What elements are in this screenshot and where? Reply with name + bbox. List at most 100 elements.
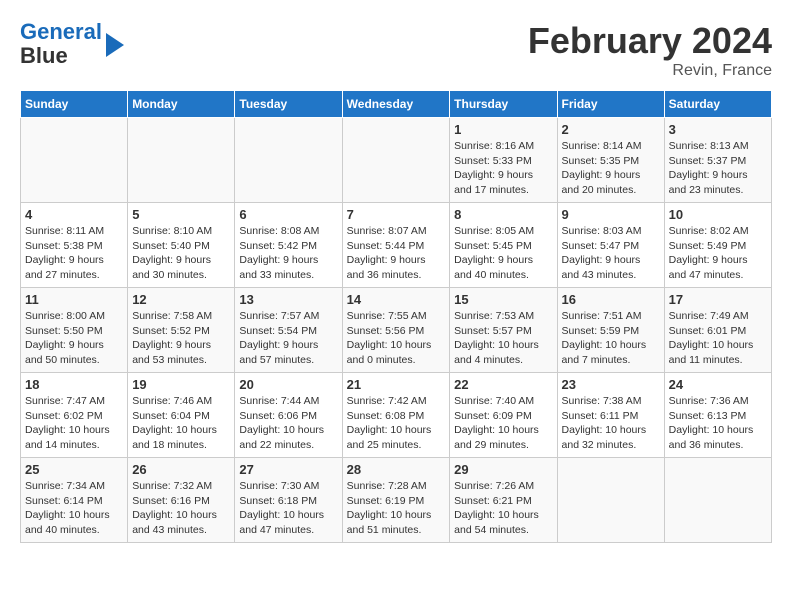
logo-text: General Blue — [20, 20, 124, 68]
calendar-cell — [557, 458, 664, 543]
day-number: 27 — [239, 462, 337, 477]
day-info: Sunrise: 7:36 AM Sunset: 6:13 PM Dayligh… — [669, 394, 767, 453]
day-info: Sunrise: 8:16 AM Sunset: 5:33 PM Dayligh… — [454, 139, 552, 198]
column-header-monday: Monday — [128, 91, 235, 118]
day-number: 4 — [25, 207, 123, 222]
day-info: Sunrise: 8:03 AM Sunset: 5:47 PM Dayligh… — [562, 224, 660, 283]
calendar-cell: 6 Sunrise: 8:08 AM Sunset: 5:42 PM Daylig… — [235, 203, 342, 288]
day-info: Sunrise: 8:00 AM Sunset: 5:50 PM Dayligh… — [25, 309, 123, 368]
calendar-cell: 11 Sunrise: 8:00 AM Sunset: 5:50 PM Dayli… — [21, 288, 128, 373]
day-number: 9 — [562, 207, 660, 222]
day-info: Sunrise: 8:05 AM Sunset: 5:45 PM Dayligh… — [454, 224, 552, 283]
day-info: Sunrise: 8:08 AM Sunset: 5:42 PM Dayligh… — [239, 224, 337, 283]
day-info: Sunrise: 7:40 AM Sunset: 6:09 PM Dayligh… — [454, 394, 552, 453]
day-info: Sunrise: 7:42 AM Sunset: 6:08 PM Dayligh… — [347, 394, 446, 453]
day-number: 2 — [562, 122, 660, 137]
calendar-cell: 2 Sunrise: 8:14 AM Sunset: 5:35 PM Daylig… — [557, 118, 664, 203]
day-info: Sunrise: 8:10 AM Sunset: 5:40 PM Dayligh… — [132, 224, 230, 283]
calendar-cell — [664, 458, 771, 543]
day-info: Sunrise: 7:53 AM Sunset: 5:57 PM Dayligh… — [454, 309, 552, 368]
day-number: 10 — [669, 207, 767, 222]
day-number: 19 — [132, 377, 230, 392]
column-header-saturday: Saturday — [664, 91, 771, 118]
day-number: 7 — [347, 207, 446, 222]
day-number: 15 — [454, 292, 552, 307]
day-info: Sunrise: 8:07 AM Sunset: 5:44 PM Dayligh… — [347, 224, 446, 283]
day-info: Sunrise: 8:13 AM Sunset: 5:37 PM Dayligh… — [669, 139, 767, 198]
page-title: February 2024 — [528, 20, 772, 62]
calendar-cell: 16Sunrise: 7:51 AM Sunset: 5:59 PM Dayli… — [557, 288, 664, 373]
calendar-cell — [21, 118, 128, 203]
day-number: 11 — [25, 292, 123, 307]
calendar-cell — [235, 118, 342, 203]
page-header: General Blue February 2024 Revin, France — [20, 20, 772, 80]
day-number: 22 — [454, 377, 552, 392]
calendar-cell: 1Sunrise: 8:16 AM Sunset: 5:33 PM Daylig… — [450, 118, 557, 203]
day-info: Sunrise: 7:30 AM Sunset: 6:18 PM Dayligh… — [239, 479, 337, 538]
calendar-cell: 5Sunrise: 8:10 AM Sunset: 5:40 PM Daylig… — [128, 203, 235, 288]
calendar-table: SundayMondayTuesdayWednesdayThursdayFrid… — [20, 90, 772, 543]
calendar-header-row: SundayMondayTuesdayWednesdayThursdayFrid… — [21, 91, 772, 118]
day-number: 28 — [347, 462, 446, 477]
day-number: 29 — [454, 462, 552, 477]
day-info: Sunrise: 7:26 AM Sunset: 6:21 PM Dayligh… — [454, 479, 552, 538]
day-number: 25 — [25, 462, 123, 477]
day-info: Sunrise: 7:44 AM Sunset: 6:06 PM Dayligh… — [239, 394, 337, 453]
day-number: 17 — [669, 292, 767, 307]
day-info: Sunrise: 7:46 AM Sunset: 6:04 PM Dayligh… — [132, 394, 230, 453]
calendar-cell: 24 Sunrise: 7:36 AM Sunset: 6:13 PM Dayli… — [664, 373, 771, 458]
column-header-tuesday: Tuesday — [235, 91, 342, 118]
day-number: 8 — [454, 207, 552, 222]
day-number: 18 — [25, 377, 123, 392]
day-number: 20 — [239, 377, 337, 392]
calendar-cell: 4Sunrise: 8:11 AM Sunset: 5:38 PM Daylig… — [21, 203, 128, 288]
day-number: 3 — [669, 122, 767, 137]
logo-arrow-icon — [106, 33, 124, 57]
day-number: 21 — [347, 377, 446, 392]
calendar-week-row: 25 Sunrise: 7:34 AM Sunset: 6:14 PM Dayli… — [21, 458, 772, 543]
calendar-week-row: 4Sunrise: 8:11 AM Sunset: 5:38 PM Daylig… — [21, 203, 772, 288]
calendar-cell: 10 Sunrise: 8:02 AM Sunset: 5:49 PM Dayli… — [664, 203, 771, 288]
day-info: Sunrise: 7:47 AM Sunset: 6:02 PM Dayligh… — [25, 394, 123, 453]
calendar-cell: 28 Sunrise: 7:28 AM Sunset: 6:19 PM Dayli… — [342, 458, 450, 543]
page-subtitle: Revin, France — [528, 62, 772, 80]
calendar-cell: 8 Sunrise: 8:05 AM Sunset: 5:45 PM Daylig… — [450, 203, 557, 288]
day-number: 24 — [669, 377, 767, 392]
calendar-cell — [128, 118, 235, 203]
title-block: February 2024 Revin, France — [528, 20, 772, 80]
logo-blue: Blue — [20, 43, 68, 68]
day-number: 12 — [132, 292, 230, 307]
day-number: 14 — [347, 292, 446, 307]
day-info: Sunrise: 8:14 AM Sunset: 5:35 PM Dayligh… — [562, 139, 660, 198]
calendar-cell: 14 Sunrise: 7:55 AM Sunset: 5:56 PM Dayli… — [342, 288, 450, 373]
column-header-wednesday: Wednesday — [342, 91, 450, 118]
day-number: 6 — [239, 207, 337, 222]
calendar-cell: 9 Sunrise: 8:03 AM Sunset: 5:47 PM Daylig… — [557, 203, 664, 288]
day-info: Sunrise: 7:58 AM Sunset: 5:52 PM Dayligh… — [132, 309, 230, 368]
column-header-thursday: Thursday — [450, 91, 557, 118]
calendar-cell: 27 Sunrise: 7:30 AM Sunset: 6:18 PM Dayli… — [235, 458, 342, 543]
day-number: 16 — [562, 292, 660, 307]
day-info: Sunrise: 8:02 AM Sunset: 5:49 PM Dayligh… — [669, 224, 767, 283]
calendar-cell: 17 Sunrise: 7:49 AM Sunset: 6:01 PM Dayli… — [664, 288, 771, 373]
calendar-cell — [342, 118, 450, 203]
calendar-week-row: 1Sunrise: 8:16 AM Sunset: 5:33 PM Daylig… — [21, 118, 772, 203]
calendar-cell: 23Sunrise: 7:38 AM Sunset: 6:11 PM Dayli… — [557, 373, 664, 458]
day-number: 26 — [132, 462, 230, 477]
calendar-cell: 3 Sunrise: 8:13 AM Sunset: 5:37 PM Daylig… — [664, 118, 771, 203]
calendar-cell: 19 Sunrise: 7:46 AM Sunset: 6:04 PM Dayli… — [128, 373, 235, 458]
day-info: Sunrise: 7:49 AM Sunset: 6:01 PM Dayligh… — [669, 309, 767, 368]
day-info: Sunrise: 7:34 AM Sunset: 6:14 PM Dayligh… — [25, 479, 123, 538]
calendar-cell: 21 Sunrise: 7:42 AM Sunset: 6:08 PM Dayli… — [342, 373, 450, 458]
day-info: Sunrise: 7:55 AM Sunset: 5:56 PM Dayligh… — [347, 309, 446, 368]
logo-general: General — [20, 19, 102, 44]
day-info: Sunrise: 7:32 AM Sunset: 6:16 PM Dayligh… — [132, 479, 230, 538]
calendar-cell: 25 Sunrise: 7:34 AM Sunset: 6:14 PM Dayli… — [21, 458, 128, 543]
column-header-sunday: Sunday — [21, 91, 128, 118]
calendar-cell: 15 Sunrise: 7:53 AM Sunset: 5:57 PM Dayli… — [450, 288, 557, 373]
day-info: Sunrise: 7:38 AM Sunset: 6:11 PM Dayligh… — [562, 394, 660, 453]
day-info: Sunrise: 7:28 AM Sunset: 6:19 PM Dayligh… — [347, 479, 446, 538]
calendar-cell: 7 Sunrise: 8:07 AM Sunset: 5:44 PM Daylig… — [342, 203, 450, 288]
calendar-cell: 22 Sunrise: 7:40 AM Sunset: 6:09 PM Dayli… — [450, 373, 557, 458]
calendar-cell: 26 Sunrise: 7:32 AM Sunset: 6:16 PM Dayli… — [128, 458, 235, 543]
